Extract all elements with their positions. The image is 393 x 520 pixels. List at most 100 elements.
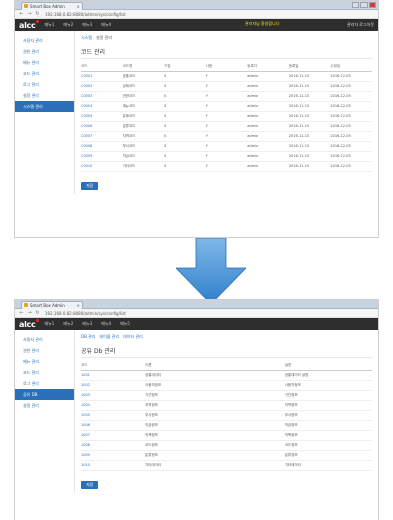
table-header: 코드 이름 설명 [81,362,372,371]
reload-icon[interactable]: ↻ [35,11,40,17]
table-row[interactable]: 1006 직급정보 직급정보 [81,420,372,431]
row-link[interactable]: 1003 [81,390,146,401]
row-link[interactable]: 1009 [81,450,146,461]
browser-tab[interactable]: Smart Box Admin × [21,2,83,10]
menu-item-2[interactable]: 메뉴2 [63,321,73,327]
row-link[interactable]: C0004 [81,101,123,112]
row-link[interactable]: 1010 [81,460,146,471]
table-row[interactable]: 1007 직책정보 직책정보 [81,430,372,441]
breadcrumb-item[interactable]: 시스템 [81,35,92,41]
table-cell: 2016-12-05 [330,81,372,92]
table-row[interactable]: 1010 기타데이터 기타데이터 [81,460,372,471]
close-window-button[interactable] [368,2,376,8]
menu-item-2[interactable]: 메뉴2 [63,22,73,28]
sidebar-item[interactable]: 사용자 관리 [15,35,74,46]
menu-item-4[interactable]: 메뉴4 [101,321,111,327]
row-link[interactable]: 1007 [81,430,146,441]
row-link[interactable]: C0007 [81,131,123,142]
table-row[interactable]: C0006 분류코드 S Yadmin 2016-11-15 2016-12-05 [81,121,372,132]
forward-icon[interactable]: → [27,310,32,316]
table-cell: 지역코드 [122,131,165,142]
back-icon[interactable]: ← [19,11,24,17]
sidebar-item[interactable]: 설정 관리 [15,90,74,101]
top-navbar: alcc 메뉴1 메뉴2 메뉴3 메뉴4 관리자님 환영합니다 관리자 로그아웃 [15,19,378,31]
save-button[interactable]: 저장 [81,480,99,489]
table-row[interactable]: C0004 메뉴코드 S Yadmin 2016-11-15 2016-12-05 [81,101,372,112]
table-row[interactable]: 1008 코드정보 코드정보 [81,440,372,451]
sidebar-item[interactable]: 사용자 관리 [15,334,74,345]
sidebar-item[interactable]: 메뉴 관리 [15,57,74,68]
row-link[interactable]: 1002 [81,380,146,391]
table-row[interactable]: 1004 지역정보 지역정보 [81,400,372,411]
sidebar-item[interactable]: 권한 관리 [15,46,74,57]
row-link[interactable]: 1005 [81,410,146,421]
menu-item-3[interactable]: 메뉴3 [82,321,92,327]
table-row[interactable]: C0002 상태코드 S Yadmin 2016-11-15 2016-12-05 [81,81,372,92]
menu-item-3[interactable]: 메뉴3 [82,22,92,28]
table-cell: 2016-11-15 [288,161,331,172]
table-row[interactable]: 1003 기관정보 기관정보 [81,390,372,401]
row-link[interactable]: C0005 [81,111,123,122]
row-link[interactable]: C0001 [81,71,123,82]
table-cell: Y [205,101,248,112]
maximize-button[interactable] [360,2,368,8]
minimize-button[interactable] [352,2,360,8]
table-row[interactable]: C0008 부서코드 S Yadmin 2016-11-15 2016-12-05 [81,141,372,152]
table-row[interactable]: 1001 공통데이터 공통데이터 설명 [81,370,372,381]
table-cell: admin [247,131,289,142]
sidebar-item[interactable]: 코드 관리 [15,367,74,378]
sidebar-item-active[interactable]: 시스템 관리 [15,101,74,112]
row-link[interactable]: C0002 [81,81,123,92]
row-link[interactable]: 1008 [81,440,146,451]
table-row[interactable]: C0007 지역코드 S Yadmin 2016-11-15 2016-12-05 [81,131,372,142]
menu-item-4[interactable]: 메뉴4 [101,22,111,28]
column-header: 이름 [145,362,285,371]
sidebar-item-active[interactable]: 공유 DB [15,389,74,400]
row-link[interactable]: 1001 [81,370,146,381]
row-link[interactable]: 1006 [81,420,146,431]
column-header: 구분 [164,63,206,72]
row-link[interactable]: 1004 [81,400,146,411]
table-row[interactable]: C0003 권한코드 S Yadmin 2016-11-15 2016-12-05 [81,91,372,102]
close-icon[interactable]: × [77,3,80,10]
url-field[interactable]: 192.168.0.82:8080/admin/sys/config/list [45,12,126,17]
table-row[interactable]: C0001 공통코드 S Yadmin 2016-11-15 2016-12-05 [81,71,372,82]
row-link[interactable]: C0003 [81,91,123,102]
browser-tab[interactable]: Smart Box Admin × [21,301,83,309]
table-cell: S [164,81,206,92]
menu-item-1[interactable]: 메뉴1 [44,321,54,327]
tab-data[interactable]: 데이터 관리 [123,334,143,340]
sidebar-item[interactable]: 설정 관리 [15,400,74,411]
sidebar-item[interactable]: 코드 관리 [15,68,74,79]
tab-table[interactable]: 테이블 관리 [99,334,119,340]
save-button[interactable]: 저장 [81,181,99,190]
reload-icon[interactable]: ↻ [35,310,40,316]
sidebar-item[interactable]: 로그 관리 [15,79,74,90]
user-menu[interactable]: 관리자 로그아웃 [347,22,374,28]
table-row[interactable]: 1009 분류정보 분류정보 [81,450,372,461]
row-link[interactable]: C0009 [81,151,123,162]
table-cell: 상태코드 [122,81,165,92]
row-link[interactable]: C0008 [81,141,123,152]
table-cell: 2016-12-05 [330,161,372,172]
url-field[interactable]: 192.168.0.82:8080/admin/sys/config/list [45,311,126,316]
forward-icon[interactable]: → [27,11,32,17]
row-link[interactable]: C0006 [81,121,123,132]
sidebar-item[interactable]: 로그 관리 [15,378,74,389]
table-row[interactable]: 1002 사용자정보 사용자정보 [81,380,372,391]
menu-item-1[interactable]: 메뉴1 [44,22,54,28]
menu-item-5[interactable]: 메뉴5 [120,321,130,327]
table-cell: S [164,71,206,82]
close-icon[interactable]: × [77,302,80,309]
table-row[interactable]: 1005 부서정보 부서정보 [81,410,372,421]
browser-tabbar: Smart Box Admin × [15,300,378,309]
table-row[interactable]: C0010 기타코드 S Yadmin 2016-11-15 2016-12-05 [81,161,372,172]
sidebar-item[interactable]: 권한 관리 [15,345,74,356]
back-icon[interactable]: ← [19,310,24,316]
table-row[interactable]: C0009 직급코드 S Yadmin 2016-11-15 2016-12-05 [81,151,372,162]
table-row[interactable]: C0005 유형코드 S Yadmin 2016-11-15 2016-12-05 [81,111,372,122]
address-bar: ← → ↻ 192.168.0.82:8080/admin/sys/config… [15,10,378,19]
sidebar-item[interactable]: 메뉴 관리 [15,356,74,367]
row-link[interactable]: C0010 [81,161,123,172]
tab-db[interactable]: DB 관리 [81,334,95,340]
